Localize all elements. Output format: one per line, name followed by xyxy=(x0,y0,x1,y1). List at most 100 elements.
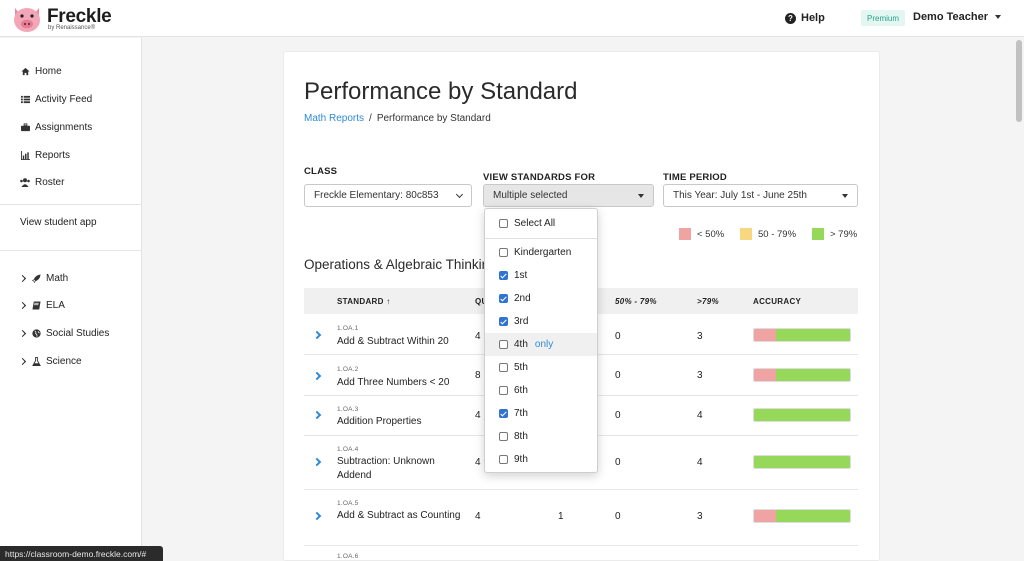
dropdown-option[interactable]: 6th xyxy=(485,379,597,402)
chevron-right-icon[interactable] xyxy=(312,410,322,420)
dropdown-option[interactable]: 9th xyxy=(485,448,597,471)
bar-chart-icon xyxy=(20,150,30,160)
dropdown-option-label: 4th xyxy=(514,339,528,350)
accuracy-bar xyxy=(753,328,851,342)
class-filter-label: CLASS xyxy=(304,166,338,177)
column-header-above-79[interactable]: >79% xyxy=(697,297,719,306)
sidebar-item-home[interactable]: Home xyxy=(20,63,62,79)
chevron-right-icon xyxy=(18,274,27,282)
high-count: 3 xyxy=(697,370,703,381)
only-link[interactable]: only xyxy=(535,339,553,350)
accuracy-bar-high xyxy=(754,456,850,468)
chevron-right-icon[interactable] xyxy=(312,330,322,340)
dropdown-option[interactable]: 4th only xyxy=(485,333,597,356)
checkbox-checked[interactable] xyxy=(499,294,508,303)
checkbox[interactable] xyxy=(499,340,508,349)
dropdown-option[interactable]: 1st xyxy=(485,264,597,287)
dropdown-option-label: 2nd xyxy=(514,293,531,304)
checkbox[interactable] xyxy=(499,363,508,372)
sidebar-item-label: Math xyxy=(46,272,69,284)
column-header-standard[interactable]: STANDARD ↑ xyxy=(337,297,391,306)
sidebar-item-label: Roster xyxy=(35,176,65,188)
standard-code: 1.OA.6 xyxy=(337,553,359,560)
flask-icon xyxy=(31,356,41,366)
dropdown-select-all[interactable]: Select All xyxy=(485,212,597,235)
dropdown-option[interactable]: 2nd xyxy=(485,287,597,310)
page-title: Performance by Standard xyxy=(304,78,578,105)
class-select[interactable]: Freckle Elementary: 80c853 xyxy=(304,184,472,207)
mid-count: 0 xyxy=(615,457,621,468)
checkbox[interactable] xyxy=(499,432,508,441)
question-icon: ? xyxy=(785,12,796,24)
time-period-select[interactable]: This Year: July 1st - June 25th xyxy=(663,184,858,207)
dropdown-option-label: 1st xyxy=(514,270,528,281)
column-header-accuracy[interactable]: ACCURACY xyxy=(753,297,801,306)
questions-count: 4 xyxy=(475,331,481,342)
legend-swatch xyxy=(740,228,752,240)
dropdown-option[interactable]: Kindergarten xyxy=(485,241,597,264)
caret-down-icon xyxy=(638,194,644,198)
mid-count: 0 xyxy=(615,370,621,381)
dropdown-option-label: 7th xyxy=(514,408,528,419)
accuracy-bar-low xyxy=(754,369,777,381)
checkbox-checked[interactable] xyxy=(499,409,508,418)
checkbox-checked[interactable] xyxy=(499,271,508,280)
accuracy-bar-high xyxy=(776,510,850,522)
legend-above-79: > 79% xyxy=(812,228,857,240)
standard-code: 1.OA.1 xyxy=(337,325,359,332)
questions-count: 4 xyxy=(475,457,481,468)
sidebar-item-roster[interactable]: Roster xyxy=(20,174,64,190)
dropdown-option[interactable]: 5th xyxy=(485,356,597,379)
sidebar-item-label: ELA xyxy=(46,299,65,311)
rocket-icon xyxy=(31,273,41,283)
sidebar-item-reports[interactable]: Reports xyxy=(20,147,70,163)
accuracy-bar-low xyxy=(754,510,777,522)
standards-select[interactable]: Multiple selected xyxy=(483,184,654,207)
dropdown-option[interactable]: 7th xyxy=(485,402,597,425)
dropdown-option[interactable]: 8th xyxy=(485,425,597,448)
table-row[interactable]: 1.OA.5 Add & Subtract as Counting 4 1 0 … xyxy=(304,491,858,546)
standard-code: 1.OA.2 xyxy=(337,366,359,373)
page-scrollbar[interactable] xyxy=(1014,38,1024,561)
breadcrumb-math-reports[interactable]: Math Reports xyxy=(304,113,364,124)
user-menu[interactable]: Demo Teacher xyxy=(913,11,1001,23)
time-period-label: TIME PERIOD xyxy=(663,172,727,183)
column-header-50-79[interactable]: 50% - 79% xyxy=(615,297,657,306)
chevron-right-icon[interactable] xyxy=(312,511,322,521)
freckle-logo[interactable]: Freckle by Renaissance® xyxy=(11,5,141,33)
standard-name: Add & Subtract Within 20 xyxy=(337,336,449,347)
checkbox[interactable] xyxy=(499,386,508,395)
checkbox[interactable] xyxy=(499,219,508,228)
checkbox[interactable] xyxy=(499,248,508,257)
sidebar-item-ela[interactable]: ELA xyxy=(18,297,65,313)
sidebar-item-activity-feed[interactable]: Activity Feed xyxy=(20,91,92,107)
sidebar-item-assignments[interactable]: Assignments xyxy=(20,119,92,135)
legend-50-79: 50 - 79% xyxy=(740,228,796,240)
sidebar-item-science[interactable]: Science xyxy=(18,353,82,369)
link-status-bar: https://classroom-demo.freckle.com/# xyxy=(0,546,163,561)
standard-name: Addition Properties xyxy=(337,416,422,427)
standard-code: 1.OA.4 xyxy=(337,446,359,453)
help-link[interactable]: ? Help xyxy=(785,11,825,25)
dropdown-option[interactable]: 3rd xyxy=(485,310,597,333)
accuracy-bar-high xyxy=(754,409,850,421)
dropdown-option-label: 9th xyxy=(514,454,528,465)
checkbox[interactable] xyxy=(499,455,508,464)
checkbox-checked[interactable] xyxy=(499,317,508,326)
column-header-label: STANDARD xyxy=(337,297,384,306)
high-count: 4 xyxy=(697,457,703,468)
table-row[interactable]: 1.OA.6 xyxy=(304,547,858,561)
standard-name: Add & Subtract as Counting xyxy=(337,510,461,521)
sidebar-item-math[interactable]: Math xyxy=(18,270,69,286)
user-name: Demo Teacher xyxy=(913,11,988,23)
view-student-app-link[interactable]: View student app xyxy=(20,214,97,230)
questions-count: 4 xyxy=(475,511,481,522)
sidebar-item-social-studies[interactable]: Social Studies xyxy=(18,325,109,341)
dropdown-divider xyxy=(485,238,597,239)
breadcrumb: Math Reports / Performance by Standard xyxy=(304,113,491,124)
sidebar: Home Activity Feed Assignments Reports R… xyxy=(0,38,142,561)
chevron-right-icon[interactable] xyxy=(312,371,322,381)
chevron-right-icon[interactable] xyxy=(312,457,322,467)
chevron-down-icon xyxy=(455,190,464,199)
scrollbar-thumb[interactable] xyxy=(1016,40,1022,122)
